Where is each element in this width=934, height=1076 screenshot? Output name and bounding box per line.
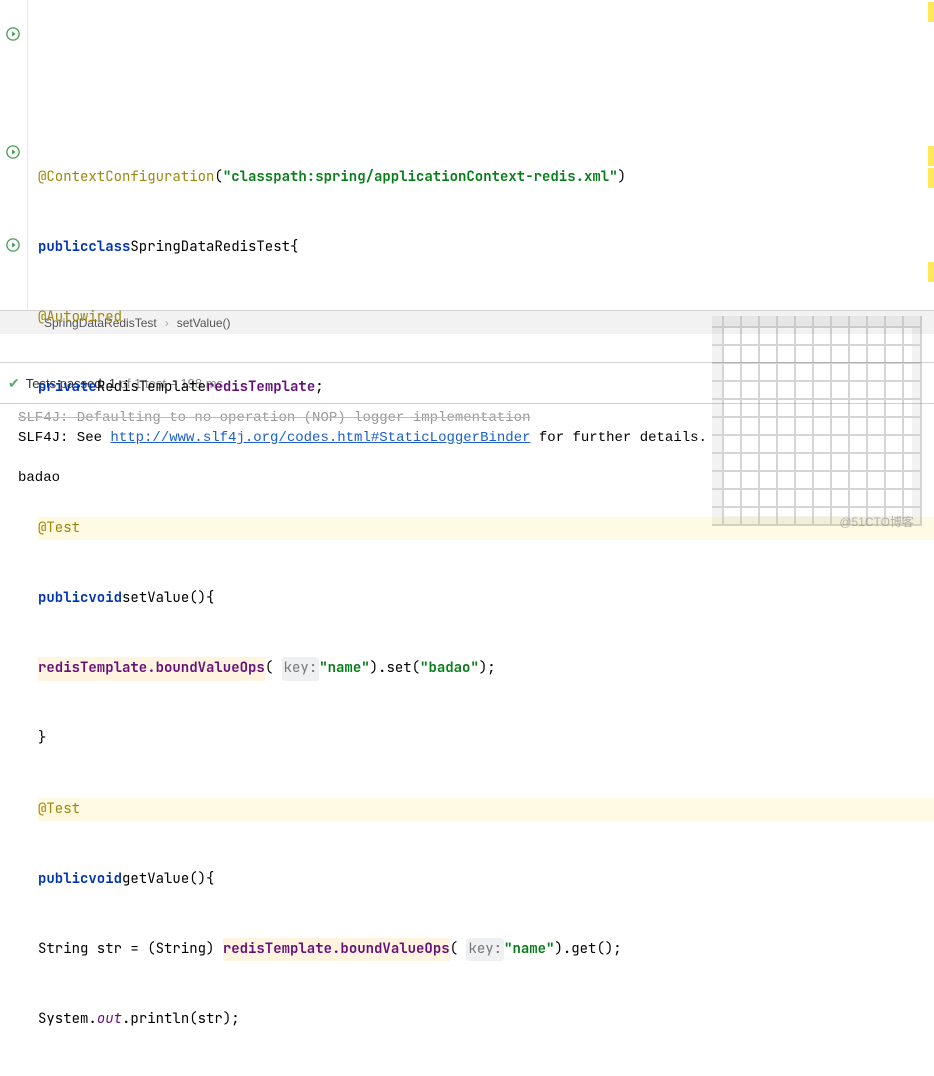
field: redisTemplate — [206, 376, 315, 399]
warning-marker — [928, 2, 934, 22]
method-call: .set( — [378, 657, 420, 680]
annotation: @Test — [38, 517, 80, 540]
keyword: class — [88, 236, 130, 259]
warning-marker — [928, 262, 934, 282]
field-ref: redisTemplate — [38, 657, 147, 680]
keyword: public — [38, 587, 88, 610]
keyword: public — [38, 868, 88, 891]
string-literal: "classpath:spring/applicationContext-red… — [223, 166, 618, 189]
run-icon[interactable] — [6, 238, 20, 256]
annotation: @Test — [38, 798, 80, 821]
warning-marker — [928, 146, 934, 166]
editor-gutter — [0, 0, 28, 310]
method-call: .println(str); — [122, 1008, 240, 1031]
param-hint: key: — [466, 938, 504, 961]
param-hint: key: — [282, 657, 320, 680]
string-literal: "name" — [504, 938, 554, 961]
method-name: setValue — [122, 587, 189, 610]
annotation: @Autowired — [38, 306, 122, 329]
check-icon: ✔ — [8, 375, 20, 392]
keyword: private — [38, 376, 97, 399]
declaration: String str = (String) — [38, 938, 223, 961]
keyword: void — [88, 587, 122, 610]
run-icon[interactable] — [6, 27, 20, 45]
code-content[interactable]: @ContextConfiguration("classpath:spring/… — [28, 0, 934, 310]
string-literal: "name" — [319, 657, 369, 680]
static-field: out — [97, 1008, 122, 1031]
type: RedisTemplate — [97, 376, 206, 399]
run-icon[interactable] — [6, 145, 20, 163]
method-call: .boundValueOps — [147, 657, 265, 680]
string-literal: "badao" — [420, 657, 479, 680]
warning-marker — [928, 168, 934, 188]
keyword: public — [38, 236, 88, 259]
method-name: getValue — [122, 868, 189, 891]
code-editor[interactable]: @ContextConfiguration("classpath:spring/… — [0, 0, 934, 310]
method-call: .get(); — [563, 938, 622, 961]
method-call: .boundValueOps — [332, 938, 450, 961]
field-ref: redisTemplate — [223, 938, 332, 961]
class-name: SpringDataRedisTest — [130, 236, 290, 259]
keyword: void — [88, 868, 122, 891]
annotation: @ContextConfiguration — [38, 166, 214, 189]
sys: System. — [38, 1008, 97, 1031]
